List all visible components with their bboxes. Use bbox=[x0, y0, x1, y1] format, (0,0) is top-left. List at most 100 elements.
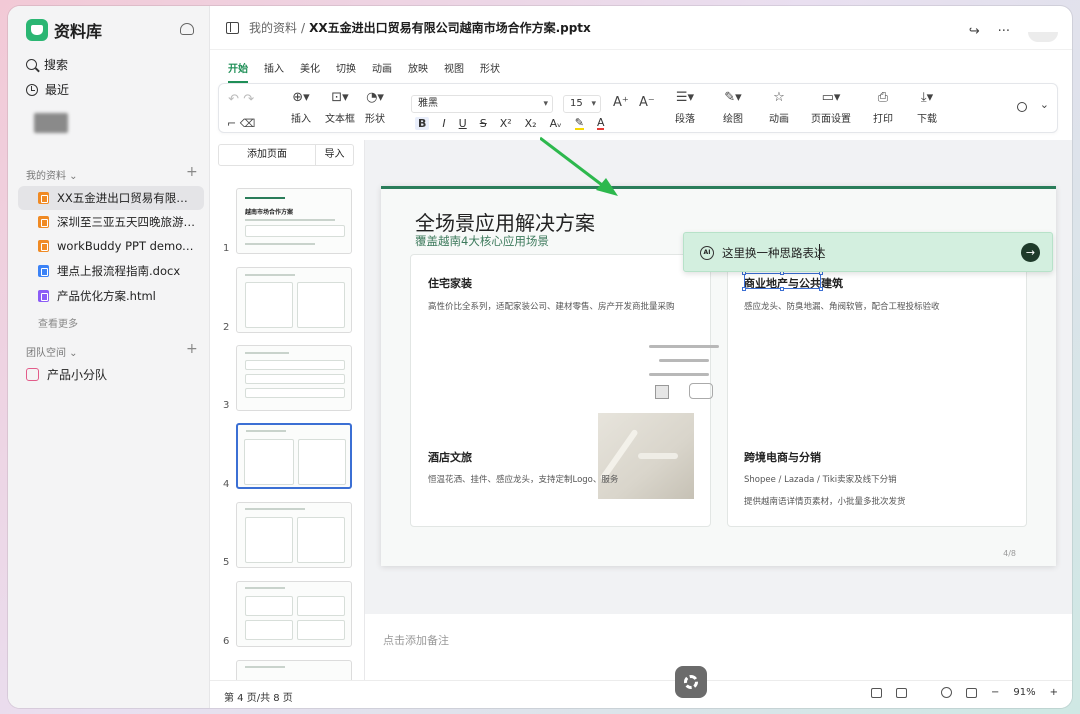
normal-view-icon[interactable] bbox=[870, 687, 882, 698]
slide-thumb[interactable] bbox=[236, 345, 352, 411]
textbox-label: 文本框 bbox=[325, 114, 355, 125]
toggle-sidebar-icon[interactable] bbox=[226, 21, 239, 34]
font-family-select[interactable]: 雅黑 bbox=[411, 95, 553, 113]
slide-thumbnails: 添加页面 导入 1 越南市场合作方案 2 3 4 5 6 bbox=[210, 140, 365, 680]
notes-area[interactable]: 点击添加备注 bbox=[365, 614, 1072, 678]
star-icon: ☆ bbox=[773, 89, 785, 105]
download-button[interactable]: ⤓▾ 下载 bbox=[917, 90, 937, 126]
file-item[interactable]: 深圳至三亚五天四晚旅游计... bbox=[18, 210, 204, 234]
subscript-button[interactable]: X₂ bbox=[525, 117, 537, 130]
html-file-icon bbox=[38, 290, 49, 302]
card-title: 跨境电商与分销 bbox=[744, 451, 821, 464]
tab-insert[interactable]: 插入 bbox=[256, 60, 292, 80]
underline-button[interactable]: U bbox=[459, 117, 467, 130]
recent-nav[interactable]: 最近 bbox=[26, 81, 69, 98]
app-window: 资料库 搜索 最近 我的资料 ⌄ + XX五金进出口贸易有限公... 深圳至三亚… bbox=[8, 6, 1072, 708]
team-space-header[interactable]: 团队空间 ⌄ bbox=[26, 344, 78, 359]
send-arrow-icon[interactable]: → bbox=[1021, 243, 1040, 262]
decrease-font-icon[interactable]: A⁻ bbox=[639, 95, 655, 110]
insert-button[interactable]: ⊕▾ 插入 bbox=[291, 90, 311, 126]
page-setup-button[interactable]: ▭▾ 页面设置 bbox=[811, 90, 851, 126]
slide-thumb[interactable]: 越南市场合作方案 bbox=[236, 188, 352, 254]
tab-start[interactable]: 开始 bbox=[220, 60, 256, 83]
grid-view-icon[interactable] bbox=[895, 687, 907, 698]
fit-screen-icon[interactable] bbox=[965, 687, 977, 698]
tab-slideshow[interactable]: 放映 bbox=[400, 60, 436, 80]
search-nav[interactable]: 搜索 bbox=[26, 56, 68, 73]
file-item[interactable]: XX五金进出口贸易有限公... bbox=[18, 186, 204, 210]
card-desc: 恒温花洒、挂件、感应龙头，支持定制Logo、服务 bbox=[428, 475, 619, 485]
slide-thumb[interactable] bbox=[236, 581, 352, 647]
blurred-avatar bbox=[34, 113, 68, 133]
notes-placeholder[interactable]: 点击添加备注 bbox=[383, 632, 449, 648]
font-color-button[interactable]: A bbox=[596, 117, 605, 130]
slide-subtitle[interactable]: 覆盖越南4大核心应用场景 bbox=[415, 233, 549, 249]
draw-button[interactable]: ✎▾ 绘图 bbox=[723, 89, 743, 126]
tab-animation[interactable]: 动画 bbox=[364, 60, 400, 80]
add-page-button[interactable]: 添加页面 bbox=[218, 144, 316, 166]
zoom-out-button[interactable]: − bbox=[991, 687, 999, 698]
play-icon[interactable] bbox=[940, 687, 952, 698]
my-files-header[interactable]: 我的资料 ⌄ bbox=[26, 167, 78, 182]
italic-button[interactable]: I bbox=[442, 117, 445, 130]
logo-icon bbox=[26, 19, 48, 41]
zoom-in-button[interactable]: + bbox=[1050, 687, 1058, 698]
tab-transition[interactable]: 切换 bbox=[328, 60, 364, 80]
bold-button[interactable]: B bbox=[415, 117, 430, 130]
team-name: 产品小分队 bbox=[47, 368, 108, 382]
slide-thumb-active[interactable] bbox=[236, 423, 352, 489]
slide-thumb[interactable] bbox=[236, 502, 352, 568]
add-file-button[interactable]: + bbox=[186, 164, 198, 180]
team-item[interactable]: 产品小分队 bbox=[26, 366, 107, 383]
file-name: workBuddy PPT demo.pptx bbox=[57, 239, 197, 253]
share-icon[interactable]: ↪ bbox=[969, 24, 980, 39]
superscript-button[interactable]: X² bbox=[500, 117, 512, 130]
scenario-card-left[interactable]: 住宅家装 高性价比全系列，适配家装公司、建材零售、房产开发商批量采购 酒店文旅 … bbox=[410, 254, 719, 527]
bathroom-photo bbox=[598, 413, 694, 499]
increase-font-icon[interactable]: A⁺ bbox=[613, 95, 629, 110]
search-icon[interactable] bbox=[1017, 102, 1027, 112]
tab-view[interactable]: 视图 bbox=[436, 60, 472, 80]
animation-label: 动画 bbox=[769, 114, 789, 125]
ai-rewrite-bar[interactable]: AI 这里换一种思路表达 → bbox=[683, 232, 1053, 272]
ai-input-text[interactable]: 这里换一种思路表达 bbox=[722, 245, 826, 261]
animation-button[interactable]: ☆ 动画 bbox=[769, 89, 789, 126]
status-bar: 第 4 页/共 8 页 − 91% + bbox=[210, 680, 1072, 708]
textbox-button[interactable]: ⊡▾ 文本框 bbox=[325, 90, 355, 126]
file-item[interactable]: 产品优化方案.html bbox=[18, 284, 204, 308]
format-painter-icon[interactable]: ⌐ ⌫ bbox=[227, 116, 255, 130]
slide-thumb[interactable] bbox=[236, 267, 352, 333]
slide-canvas: 全场景应用解决方案 覆盖越南4大核心应用场景 住宅家装 高性价比全系列，适配家装… bbox=[365, 136, 1072, 614]
undo-icon[interactable]: ↶ ↷ bbox=[228, 92, 254, 107]
print-button[interactable]: ⎙ 打印 bbox=[873, 90, 893, 126]
case-button[interactable]: Aᵥ bbox=[550, 117, 562, 130]
slide-thumb[interactable] bbox=[236, 660, 352, 680]
ribbon-tabs: 开始 插入 美化 切换 动画 放映 视图 形状 bbox=[220, 60, 508, 83]
card-title: 住宅家装 bbox=[428, 277, 472, 290]
see-more-link[interactable]: 查看更多 bbox=[38, 315, 78, 330]
chevron-down-icon[interactable]: ⌄ bbox=[1040, 98, 1049, 111]
file-item[interactable]: workBuddy PPT demo.pptx bbox=[18, 234, 204, 258]
shape-button[interactable]: ◔▾ 形状 bbox=[365, 90, 385, 126]
strike-button[interactable]: S bbox=[480, 117, 487, 130]
slide-page-number: 4/8 bbox=[1003, 549, 1016, 558]
file-item[interactable]: 埋点上报流程指南.docx bbox=[18, 259, 204, 283]
tab-beautify[interactable]: 美化 bbox=[292, 60, 328, 80]
paragraph-button[interactable]: ☰▾ 段落 bbox=[675, 90, 695, 126]
breadcrumb-parent[interactable]: 我的资料 bbox=[249, 19, 297, 36]
scenario-card-right[interactable]: 商业地产与公共建筑 感应龙头、防臭地漏、角阀软管，配合工程投标验收 跨境电商与分… bbox=[727, 254, 1027, 527]
floating-gear-button[interactable] bbox=[675, 666, 707, 698]
thumb-title: 越南市场合作方案 bbox=[245, 209, 294, 216]
font-size-select[interactable]: 15 bbox=[563, 95, 601, 113]
import-button[interactable]: 导入 bbox=[316, 144, 354, 166]
main-area: 我的资料 / XX五金进出口贸易有限公司越南市场合作方案.pptx ↪ ··· … bbox=[210, 6, 1072, 708]
add-team-button[interactable]: + bbox=[186, 341, 198, 357]
tab-shape[interactable]: 形状 bbox=[472, 60, 508, 80]
ai-icon: AI bbox=[700, 246, 714, 260]
notification-icon[interactable] bbox=[180, 23, 194, 35]
user-avatar[interactable] bbox=[1028, 32, 1058, 42]
more-icon[interactable]: ··· bbox=[998, 24, 1010, 39]
draw-icon: ✎▾ bbox=[724, 89, 742, 105]
thumb-number: 3 bbox=[223, 400, 230, 411]
highlight-icon[interactable]: ✎ bbox=[574, 117, 584, 130]
